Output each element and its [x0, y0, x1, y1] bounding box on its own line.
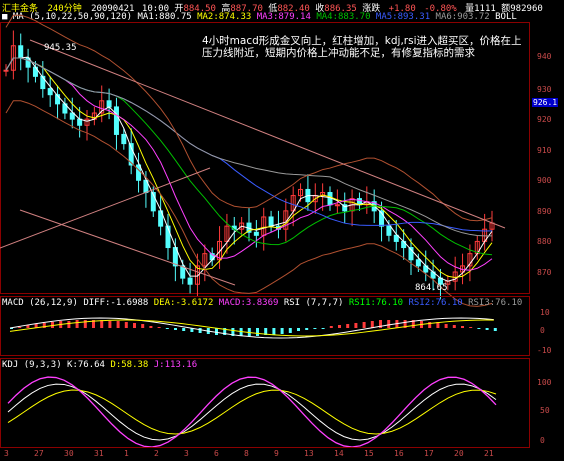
kdj-params: (9,3,3)	[23, 360, 62, 370]
candle-body	[415, 259, 421, 267]
candle-body	[268, 216, 274, 227]
kdj-legend: KDJ (9,3,3) K:76.64 D:58.38 J:113.16	[2, 360, 197, 370]
date-axis: 3 27 30 31 1 2 3 6 8 9 13 14 15 16 17 20 21	[0, 449, 530, 461]
low-price-mark: 864.65	[415, 283, 448, 293]
candle-body	[136, 164, 142, 181]
kdj-label: KDJ	[2, 360, 19, 370]
date-tick: 9	[274, 449, 279, 458]
candle-body	[121, 133, 127, 145]
date-tick: 1	[124, 449, 129, 458]
k-value: K:76.64	[67, 360, 105, 370]
d-value: D:58.38	[110, 360, 149, 370]
date-tick: 14	[334, 449, 344, 458]
lower-trendline	[19, 209, 236, 286]
diff-value: DIFF:-1.6988	[83, 298, 149, 308]
price-tick: 870	[537, 268, 552, 277]
high-price-mark: 945.35	[44, 43, 77, 53]
candle-body	[47, 88, 53, 96]
ma2-line	[5, 57, 493, 279]
date-tick: 3	[184, 449, 189, 458]
candle-body	[77, 118, 83, 126]
date-tick: 30	[64, 449, 74, 458]
candle-body	[253, 231, 259, 236]
rsi-label: RSI	[283, 298, 301, 308]
resistance-trendline	[29, 39, 506, 229]
date-tick: 21	[484, 449, 494, 458]
date-tick: 8	[244, 449, 249, 458]
kdj-tick: 100	[537, 378, 552, 387]
current-price-marker: 926.1	[532, 98, 559, 107]
price-tick: 920	[537, 115, 552, 124]
candle-body	[3, 69, 9, 72]
ma5-line	[5, 57, 493, 232]
date-tick: 15	[364, 449, 374, 458]
price-tick: 910	[537, 146, 552, 155]
candle-body	[187, 277, 193, 285]
rsi-params: (7,7,7)	[305, 298, 344, 308]
date-tick: 13	[304, 449, 314, 458]
price-tick: 890	[537, 207, 552, 216]
date-tick: 2	[154, 449, 159, 458]
macd-tick: 10	[540, 308, 550, 317]
boll-lower-line	[5, 100, 493, 307]
dea-value: DEA:-3.6172	[153, 298, 214, 308]
macd-tick: -10	[537, 346, 552, 355]
kdj-pane[interactable]	[0, 358, 530, 448]
macd-value: MACD:3.8369	[218, 298, 279, 308]
candle-body	[40, 75, 46, 90]
candle-body	[334, 204, 340, 207]
candle-body	[18, 45, 24, 59]
date-tick: 27	[34, 449, 44, 458]
date-tick: 16	[394, 449, 404, 458]
price-tick: 940	[537, 52, 552, 61]
price-tick: 880	[537, 237, 552, 246]
j-value: J:113.16	[153, 360, 198, 370]
date-tick: 6	[214, 449, 219, 458]
date-tick: 20	[454, 449, 464, 458]
price-tick: 900	[537, 176, 552, 185]
date-tick: 3	[4, 449, 9, 458]
date-tick: 31	[94, 449, 104, 458]
rsi2-value: RSI2:76.10	[408, 298, 463, 308]
macd-label: MACD	[2, 298, 24, 308]
rsi3-value: RSI3:76.10	[468, 298, 523, 308]
macd-params: (26,12,9)	[29, 298, 78, 308]
price-tick: 930	[537, 85, 552, 94]
rsi1-value: RSI1:76.10	[348, 298, 404, 308]
ma1-line	[5, 56, 493, 282]
macd-tick: 0	[540, 326, 545, 335]
candle-body	[386, 225, 392, 236]
kdj-tick: 50	[540, 406, 550, 415]
macd-legend: MACD (26,12,9) DIFF:-1.6988 DEA:-3.6172 …	[2, 298, 522, 308]
candle-body	[106, 100, 112, 108]
kdj-tick: 0	[540, 436, 545, 445]
date-tick: 17	[424, 449, 434, 458]
candle-body	[113, 106, 119, 135]
